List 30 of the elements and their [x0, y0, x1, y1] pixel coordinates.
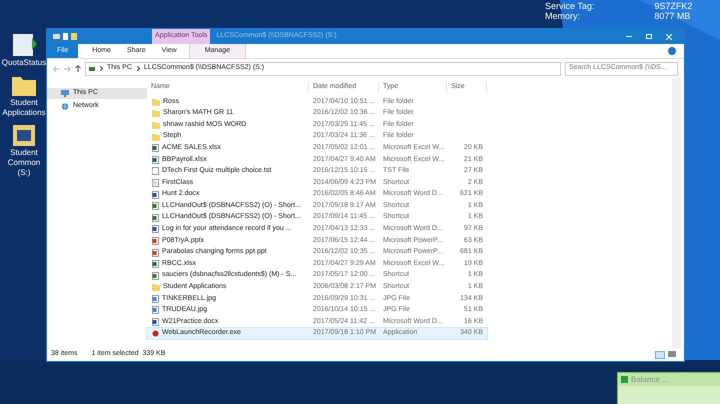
details-view-icon[interactable]: [655, 350, 665, 358]
chevron-icon: [136, 66, 140, 71]
info-label: Service Tag:: [545, 1, 594, 11]
app-icon: [621, 376, 628, 383]
window-icon[interactable]: [10, 32, 38, 58]
window-title: Balance ...: [631, 374, 669, 386]
desktop-icon-label: Student Common (S:): [6, 148, 42, 178]
network-icon: [61, 103, 69, 110]
monitor-icon: [61, 90, 69, 97]
folder-icon: [152, 283, 160, 292]
help-icon[interactable]: [668, 47, 676, 55]
info-value: 8077 MB: [654, 11, 692, 21]
close-icon[interactable]: [666, 34, 672, 40]
thumbnail-view-icon[interactable]: [668, 350, 676, 356]
chevron-icon: [100, 66, 103, 71]
desktop-icon-label: QuotaStatus: [2, 58, 46, 68]
desktop-icon-label: Student Applications: [2, 98, 46, 118]
word-document-icon: [152, 318, 159, 326]
document-icon: [152, 167, 159, 176]
info-value: 9S7ZFK2: [654, 1, 692, 11]
back-icon[interactable]: [53, 66, 60, 72]
application-icon: [152, 330, 159, 338]
spreadsheet-icon: [152, 260, 159, 268]
forward-icon[interactable]: [64, 66, 71, 72]
shortcut-icon: [152, 178, 159, 187]
info-label: Memory:: [545, 11, 582, 21]
word-document-icon: [152, 190, 159, 199]
up-icon[interactable]: [75, 65, 81, 72]
maximize-icon[interactable]: [646, 34, 652, 39]
word-document-icon: [152, 225, 159, 234]
